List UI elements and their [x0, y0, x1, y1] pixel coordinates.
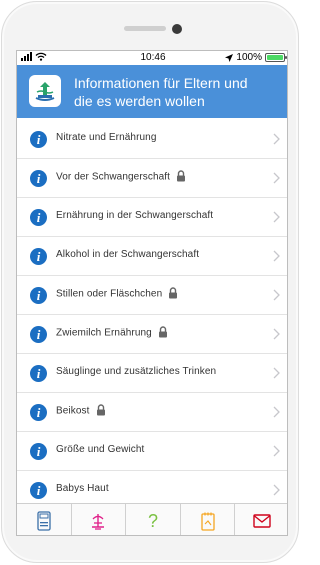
- list-item-label: Zwiemilch Ernährung: [56, 326, 168, 339]
- chevron-right-icon: [273, 367, 280, 379]
- info-icon: [30, 209, 47, 226]
- list-item-text: Beikost: [56, 405, 90, 417]
- tab-mail[interactable]: [235, 504, 287, 535]
- list-item-text: Säuglinge und zusätzliches Trinken: [56, 366, 217, 377]
- location-arrow-icon: [225, 53, 234, 62]
- lock-icon: [96, 404, 105, 416]
- list-item[interactable]: Nitrate und Ernährung: [17, 120, 287, 159]
- list-item-label: Ernährung in der Schwangerschaft: [56, 210, 213, 221]
- fountain-icon: [92, 514, 105, 530]
- list-item[interactable]: Alkohol in der Schwangerschaft: [17, 237, 287, 276]
- phone-frame: 10:46 100% Informationen für Eltern und …: [1, 1, 299, 563]
- info-icon: [30, 365, 47, 382]
- list-item[interactable]: Beikost: [17, 393, 287, 432]
- list-item-text: Ernährung in der Schwangerschaft: [56, 210, 214, 221]
- mail-icon: [253, 514, 271, 528]
- list-item[interactable]: Größe und Gewicht: [17, 432, 287, 471]
- chevron-right-icon: [273, 445, 280, 457]
- list-item[interactable]: Babys Haut: [17, 471, 287, 503]
- info-icon: [30, 131, 47, 148]
- list-item-label: Stillen oder Fläschchen: [56, 287, 178, 300]
- header-title-line-2: die es werden wollen: [74, 93, 205, 109]
- question-icon: ?: [147, 510, 158, 531]
- front-camera: [172, 24, 182, 34]
- chevron-right-icon: [273, 289, 280, 301]
- chevron-right-icon: [273, 172, 280, 184]
- battery-icon: [265, 53, 287, 62]
- header-title-line-1: Informationen für Eltern und: [74, 75, 248, 91]
- topic-list[interactable]: Nitrate und Ernährung Vor der Schwangersc…: [17, 118, 287, 503]
- list-item[interactable]: Vor der Schwangerschaft: [17, 159, 287, 198]
- lock-icon: [158, 326, 167, 338]
- list-item-text: Nitrate und Ernährung: [56, 132, 157, 143]
- tab-calculator[interactable]: [17, 504, 72, 535]
- app-screen: 10:46 100% Informationen für Eltern und …: [16, 50, 288, 536]
- list-item-text: Vor der Schwangerschaft: [56, 171, 171, 183]
- lock-icon: [177, 170, 186, 182]
- app-logo: [29, 75, 61, 107]
- list-item[interactable]: Zwiemilch Ernährung: [17, 315, 287, 354]
- info-icon: [30, 326, 47, 343]
- list-item[interactable]: Ernährung in der Schwangerschaft: [17, 198, 287, 237]
- info-icon: [30, 482, 47, 499]
- info-icon: [30, 404, 47, 421]
- chevron-right-icon: [273, 406, 280, 418]
- chevron-right-icon: [273, 328, 280, 340]
- list-item-label: Größe und Gewicht: [56, 444, 144, 455]
- tab-fountain[interactable]: [72, 504, 127, 535]
- list-item-label: Säuglinge und zusätzliches Trinken: [56, 366, 216, 377]
- chevron-right-icon: [273, 250, 280, 262]
- calculator-icon: [37, 511, 51, 531]
- info-icon: [30, 443, 47, 460]
- list-item-text: Zwiemilch Ernährung: [56, 327, 152, 339]
- list-item[interactable]: Stillen oder Fläschchen: [17, 276, 287, 315]
- lock-icon: [169, 287, 178, 299]
- list-item[interactable]: Säuglinge und zusätzliches Trinken: [17, 354, 287, 393]
- list-item-label: Beikost: [56, 404, 106, 417]
- list-item-label: Babys Haut: [56, 483, 109, 494]
- info-icon: [30, 287, 47, 304]
- list-item-text: Größe und Gewicht: [56, 444, 145, 455]
- notepad-icon: [200, 512, 215, 531]
- list-item-text: Alkohol in der Schwangerschaft: [56, 249, 200, 260]
- bottom-tab-bar: ?: [17, 503, 287, 535]
- header-title: Informationen für Eltern und die es werd…: [74, 74, 279, 110]
- battery-percent: 100%: [236, 52, 262, 63]
- tab-notes[interactable]: [181, 504, 236, 535]
- speaker-grille: [124, 26, 166, 31]
- list-item-text: Babys Haut: [56, 483, 109, 494]
- list-item-label: Nitrate und Ernährung: [56, 132, 157, 143]
- list-item-label: Alkohol in der Schwangerschaft: [56, 249, 199, 260]
- list-item-text: Stillen oder Fläschchen: [56, 288, 163, 300]
- status-bar: 10:46 100%: [17, 51, 287, 65]
- chevron-right-icon: [273, 484, 280, 496]
- info-icon: [30, 170, 47, 187]
- info-icon: [30, 248, 47, 265]
- chevron-right-icon: [273, 211, 280, 223]
- list-item-label: Vor der Schwangerschaft: [56, 170, 186, 183]
- tab-help[interactable]: ?: [126, 504, 181, 535]
- app-header: Informationen für Eltern und die es werd…: [17, 65, 287, 118]
- chevron-right-icon: [273, 133, 280, 145]
